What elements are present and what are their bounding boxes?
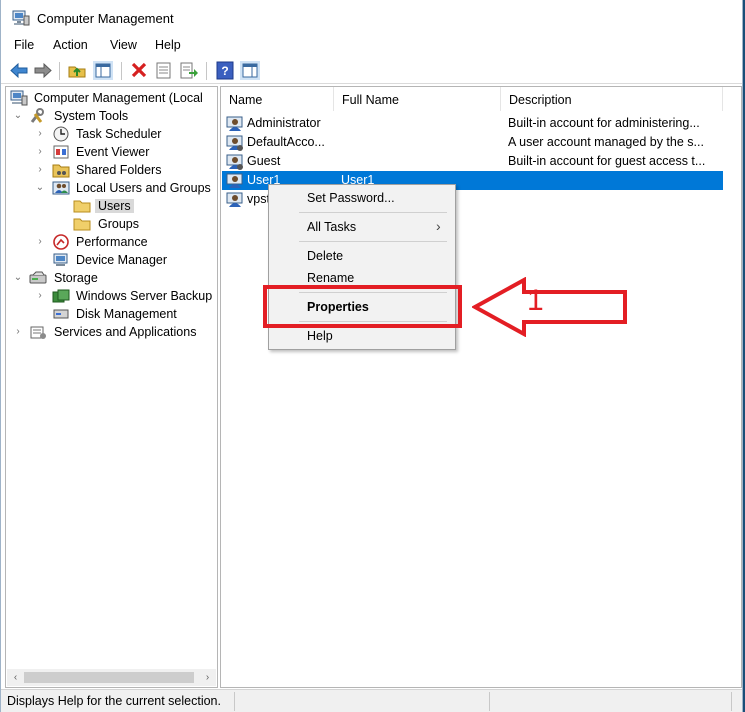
back-arrow-icon[interactable]: [9, 61, 29, 80]
folder-icon: [73, 200, 91, 213]
cell-description: Built-in account for administering...: [508, 116, 700, 130]
menu-item-delete[interactable]: Delete: [307, 249, 343, 263]
chevron-right-icon[interactable]: ›: [35, 235, 45, 249]
up-folder-icon[interactable]: [67, 61, 87, 80]
export-list-icon[interactable]: [179, 61, 199, 80]
cell-description: Built-in account for guest access t...: [508, 154, 706, 168]
console-tree: Computer Management (Local ⌄ System Tool…: [5, 86, 218, 688]
cell-name: Guest: [247, 154, 281, 168]
tree-label: Storage: [54, 271, 98, 285]
column-header-name[interactable]: Name: [221, 87, 334, 111]
tree-label: Performance: [76, 235, 148, 249]
annotation-highlight-box: [263, 285, 462, 328]
title-bar: Computer Management: [1, 0, 742, 34]
tree-label: Disk Management: [76, 307, 177, 321]
scroll-left-icon[interactable]: ‹: [8, 670, 23, 685]
users-groups-icon: [52, 181, 70, 195]
computer-management-window: Computer Management File Action View Hel…: [0, 0, 743, 712]
system-tools-icon: [30, 108, 44, 123]
cell-name: Administrator: [247, 116, 321, 130]
menu-file[interactable]: File: [14, 38, 34, 52]
status-bar: Displays Help for the current selection.: [1, 689, 742, 712]
user-account-icon: [226, 116, 243, 131]
column-header-description[interactable]: Description: [501, 87, 723, 111]
forward-arrow-icon[interactable]: [33, 61, 53, 80]
tree-label: Users: [95, 199, 134, 213]
tree-label: Event Viewer: [76, 145, 150, 159]
menu-help[interactable]: Help: [155, 38, 181, 52]
tree-label: Computer Management (Local: [34, 91, 203, 105]
svg-text:?: ?: [221, 64, 228, 78]
cell-description: A user account managed by the s...: [508, 135, 704, 149]
scrollbar-thumb[interactable]: [24, 672, 194, 683]
table-row[interactable]: Administrator Built-in account for admin…: [222, 114, 723, 133]
tree-label: Device Manager: [76, 253, 168, 267]
menu-action[interactable]: Action: [53, 38, 88, 52]
menu-bar: File Action View Help: [1, 34, 742, 56]
window-title: Computer Management: [37, 11, 174, 26]
column-header-full-name[interactable]: Full Name: [334, 87, 501, 111]
chevron-right-icon[interactable]: ›: [35, 127, 45, 141]
menu-item-rename[interactable]: Rename: [307, 271, 354, 285]
tree-label: Local Users and Groups: [76, 181, 211, 195]
chevron-down-icon[interactable]: ⌄: [13, 109, 23, 123]
chevron-down-icon[interactable]: ⌄: [35, 181, 45, 195]
show-hide-console-tree-icon[interactable]: [93, 61, 113, 80]
tree-label: Groups: [98, 217, 139, 231]
delete-x-icon[interactable]: [129, 61, 149, 80]
services-icon: [30, 326, 46, 339]
annotation-number: 1: [527, 284, 544, 317]
table-row[interactable]: Guest Built-in account for guest access …: [222, 152, 723, 171]
tree-label: Task Scheduler: [76, 127, 162, 141]
shared-folder-icon: [52, 164, 70, 178]
help-icon[interactable]: ?: [215, 61, 235, 80]
user-account-icon: [226, 154, 243, 170]
folder-icon: [73, 218, 91, 231]
scroll-right-icon[interactable]: ›: [200, 670, 215, 685]
menu-item-set-password[interactable]: Set Password...: [307, 191, 395, 205]
chevron-right-icon[interactable]: ›: [13, 325, 23, 339]
chevron-right-icon[interactable]: ›: [35, 289, 45, 303]
tree-label: Shared Folders: [76, 163, 162, 177]
user-account-icon: [226, 173, 243, 188]
table-row[interactable]: DefaultAcco... A user account managed by…: [222, 133, 723, 152]
show-hide-action-pane-icon[interactable]: [240, 61, 260, 80]
tree-label: System Tools: [54, 109, 129, 123]
user-account-icon: [226, 192, 243, 207]
backup-icon: [52, 289, 70, 303]
tree-label: Services and Applications: [54, 325, 197, 339]
toolbar: ?: [1, 57, 742, 84]
device-manager-icon: [53, 253, 68, 266]
tree-horizontal-scrollbar[interactable]: ‹ ›: [7, 669, 216, 686]
chevron-down-icon[interactable]: ⌄: [13, 271, 23, 285]
clock-icon: [53, 126, 69, 142]
computer-management-icon: [10, 90, 28, 106]
tree-label: Windows Server Backup: [76, 289, 213, 303]
user-account-icon: [226, 135, 243, 151]
properties-sheet-icon[interactable]: [154, 61, 174, 80]
computer-management-icon: [12, 10, 30, 26]
menu-item-help[interactable]: Help: [307, 329, 333, 343]
menu-item-all-tasks[interactable]: All Tasks: [307, 220, 356, 234]
menu-view[interactable]: View: [110, 38, 137, 52]
annotation-arrow-icon: [472, 277, 627, 337]
status-text: Displays Help for the current selection.: [7, 694, 221, 708]
event-viewer-icon: [53, 145, 69, 159]
performance-icon: [53, 234, 69, 250]
disk-icon: [53, 309, 69, 319]
chevron-right-icon[interactable]: ›: [35, 163, 45, 177]
users-list-view: Name Full Name Description Administrator…: [220, 86, 742, 688]
chevron-right-icon: ›: [436, 218, 441, 234]
cell-name: DefaultAcco...: [247, 135, 325, 149]
storage-icon: [29, 271, 47, 284]
chevron-right-icon[interactable]: ›: [35, 145, 45, 159]
